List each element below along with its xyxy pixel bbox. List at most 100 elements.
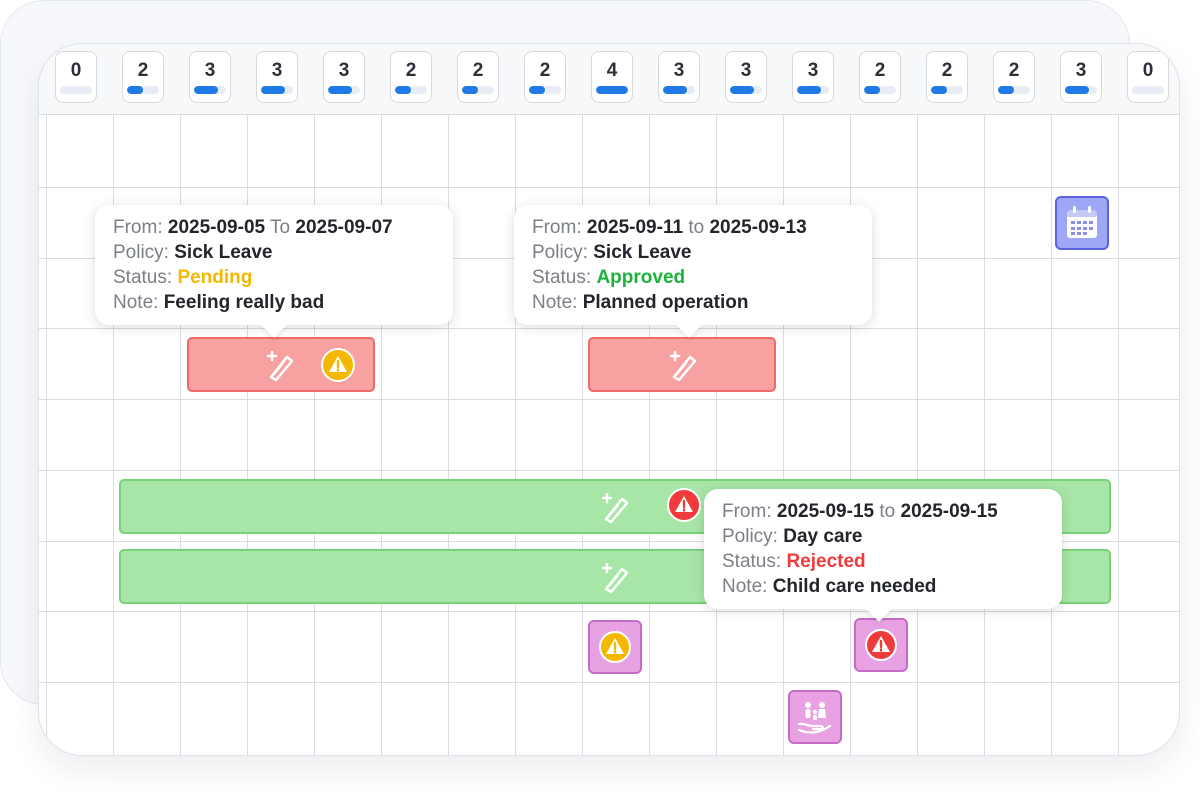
day-load-bar [1065,86,1097,94]
day-load-bar [998,86,1030,94]
grid-column-line [1118,114,1119,755]
tooltip-day-care-rejected: From: 2025-09-15 to 2025-09-15 Policy: D… [704,489,1062,622]
tooltip-policy: Policy: Sick Leave [532,242,692,263]
day-load-bar [596,86,628,94]
tooltip-dates: From: 2025-09-11 to 2025-09-13 [532,217,807,238]
day-load-bar [663,86,695,94]
tooltip-status: Status: Pending [113,267,253,288]
day-load-bar [60,86,92,94]
grid-row-line [39,682,1179,683]
day-care-tile-pending[interactable] [588,620,642,674]
day-count-value: 3 [204,60,216,81]
day-load-bar [395,86,427,94]
day-count-cell: 3 [323,51,365,103]
day-count-cell: 2 [524,51,566,103]
day-load-bar [730,86,762,94]
day-count-cell: 0 [55,51,97,103]
day-load-fill [529,86,545,94]
grid-column-line [984,114,985,755]
day-load-bar [931,86,963,94]
day-count-cell: 3 [725,51,767,103]
day-load-fill [328,86,352,94]
day-count-cell: 3 [1060,51,1102,103]
day-load-bar [1132,86,1164,94]
sick-leave-bar-approved[interactable] [588,337,776,392]
grid-column-line [1051,114,1052,755]
day-load-fill [797,86,821,94]
day-count-cell: 3 [256,51,298,103]
day-load-fill [462,86,478,94]
day-load-bar [261,86,293,94]
day-load-bar [462,86,494,94]
day-count-cell: 2 [390,51,432,103]
tooltip-note: Note: Child care needed [722,576,937,597]
tooltip-status: Status: Approved [532,267,686,288]
day-count-value: 2 [1008,60,1020,81]
day-load-fill [1065,86,1089,94]
thermometer-plus-icon [669,350,697,382]
day-load-bar [529,86,561,94]
day-count-value: 0 [70,60,82,81]
day-count-value: 3 [1075,60,1087,81]
day-count-value: 3 [673,60,685,81]
thermometer-plus-icon [601,492,629,524]
day-count-value: 3 [807,60,819,81]
calendar-card: 02333222433322230 From: 2025-09-05 To 20… [38,43,1180,756]
day-count-value: 2 [472,60,484,81]
day-load-fill [127,86,143,94]
day-load-bar [127,86,159,94]
warning-triangle-icon[interactable] [666,487,702,523]
tooltip-status: Status: Rejected [722,551,866,572]
day-count-value: 0 [1142,60,1154,81]
warning-triangle-icon [865,629,897,661]
grid-column-line [917,114,918,755]
day-load-fill [864,86,880,94]
tooltip-dates: From: 2025-09-05 To 2025-09-07 [113,217,393,238]
grid-row-line [39,328,1179,329]
status-badge: Rejected [786,551,866,572]
day-count-cell: 2 [122,51,164,103]
day-load-bar [864,86,896,94]
day-count-cell: 2 [926,51,968,103]
thermometer-plus-icon [601,562,629,594]
warning-triangle-icon [599,631,631,663]
day-load-fill [596,86,628,94]
day-load-fill [730,86,754,94]
day-count-cell: 0 [1127,51,1169,103]
sick-leave-bar-pending[interactable] [187,337,375,392]
day-load-fill [663,86,687,94]
calendar-tile[interactable] [1055,196,1109,250]
grid-row-line [39,470,1179,471]
status-badge: Approved [596,267,686,288]
grid-row-line [39,187,1179,188]
status-badge: Pending [177,267,253,288]
day-count-value: 3 [740,60,752,81]
tooltip-sick-leave-pending: From: 2025-09-05 To 2025-09-07 Policy: S… [95,205,453,338]
day-care-tile[interactable] [788,690,842,744]
tooltip-note: Note: Feeling really bad [113,292,325,313]
tooltip-dates: From: 2025-09-15 to 2025-09-15 [722,501,998,522]
day-count-value: 2 [941,60,953,81]
day-count-value: 3 [338,60,350,81]
day-count-cell: 3 [658,51,700,103]
tooltip-policy: Policy: Day care [722,526,863,547]
grid-column-line [46,114,47,755]
day-count-cell: 3 [189,51,231,103]
day-load-bar [797,86,829,94]
thermometer-plus-icon [266,350,294,382]
grid-row-line [39,399,1179,400]
warning-triangle-icon[interactable] [320,347,356,383]
day-load-fill [194,86,218,94]
day-count-header: 0 2 3 3 3 2 2 2 4 3 3 3 2 2 2 3 0 [39,44,1179,115]
day-count-value: 3 [271,60,283,81]
day-care-tile-rejected[interactable] [854,618,908,672]
day-load-fill [395,86,411,94]
grid-row-line [39,611,1179,612]
day-count-cell: 3 [792,51,834,103]
day-load-fill [931,86,947,94]
day-count-cell: 4 [591,51,633,103]
tooltip-sick-leave-approved: From: 2025-09-11 to 2025-09-13 Policy: S… [514,205,872,338]
tooltip-policy: Policy: Sick Leave [113,242,273,263]
tooltip-note: Note: Planned operation [532,292,749,313]
family-hand-icon [797,702,832,734]
